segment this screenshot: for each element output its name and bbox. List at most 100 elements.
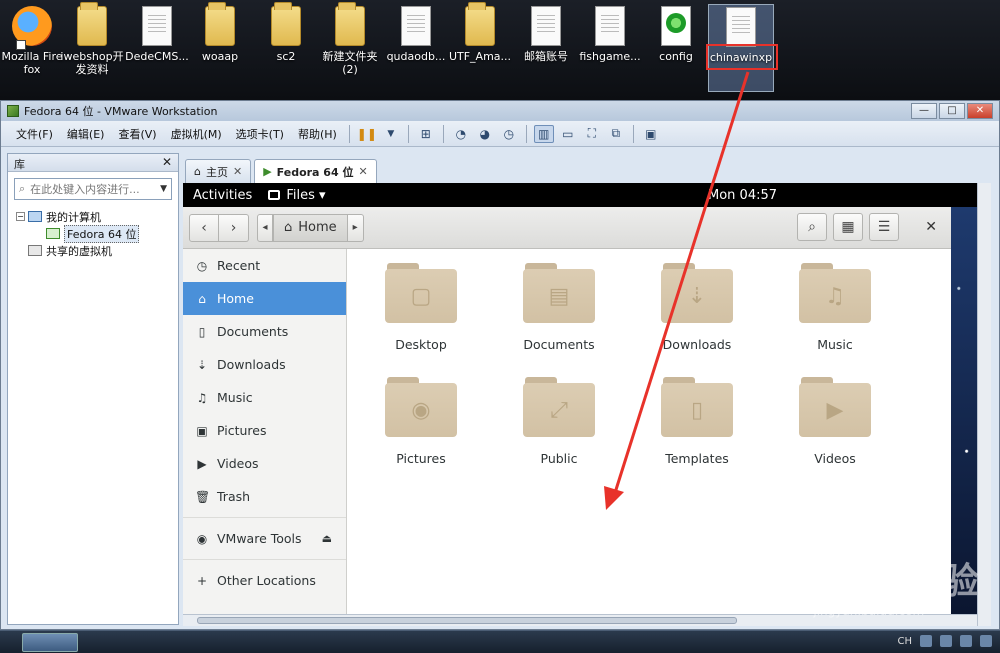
desktop-icon-fishgame[interactable]: fishgame...: [578, 4, 642, 92]
guest-screen[interactable]: Activities Files ▾ Mon 04:57 ‹ › ◂ ⌂ Hom…: [183, 183, 977, 614]
toolbar-separator: [525, 124, 527, 143]
menu-icon[interactable]: ☰: [869, 213, 899, 241]
folder-templates[interactable]: ▯ Templates: [637, 377, 757, 466]
close-icon[interactable]: ✕: [358, 165, 367, 178]
desktop-icon-utf-ama[interactable]: UTF_Ama...: [448, 2, 512, 92]
desktop-icon-sc2[interactable]: sc2: [254, 2, 318, 92]
console-view-icon[interactable]: ▣: [641, 125, 661, 143]
path-home-button[interactable]: ⌂ Home: [273, 213, 348, 242]
snapshot-take-icon[interactable]: ◔: [451, 125, 471, 143]
volume-icon[interactable]: [980, 635, 992, 647]
thumbnail-bar-icon[interactable]: ▭: [558, 125, 578, 143]
menu-view[interactable]: 查看(V): [111, 126, 163, 142]
sidebar-item-videos[interactable]: ▶ Videos: [183, 447, 346, 480]
close-icon[interactable]: ✕: [233, 165, 242, 178]
document-icon: ▯: [198, 324, 206, 339]
send-ctrl-alt-del-icon[interactable]: ⊞: [416, 125, 436, 143]
close-icon[interactable]: ✕: [162, 155, 172, 169]
folder-label: Pictures: [396, 451, 446, 466]
folder-documents[interactable]: ▤ Documents: [499, 263, 619, 352]
sidebar-separator: [183, 517, 346, 518]
folder-videos[interactable]: ▶ Videos: [775, 377, 895, 466]
chevron-down-icon[interactable]: ▼: [160, 184, 167, 194]
sidebar-item-other-locations[interactable]: + Other Locations: [183, 564, 346, 597]
unity-icon[interactable]: ⧉: [606, 125, 626, 143]
folder-public[interactable]: ⤢ Public: [499, 377, 619, 466]
scroll-thumb[interactable]: [197, 617, 737, 624]
desktop-icon-dedecms[interactable]: DedeCMS...: [125, 4, 189, 92]
snapshot-revert-icon[interactable]: ◕: [475, 125, 495, 143]
sidebar-item-label: VMware Tools: [217, 531, 302, 546]
chevron-down-icon[interactable]: ▼: [381, 125, 401, 143]
eject-icon[interactable]: ⏏: [322, 532, 332, 545]
folder-downloads[interactable]: ⇣ Downloads: [637, 263, 757, 352]
sidebar-item-trash[interactable]: 🗑 Trash: [183, 480, 346, 513]
sidebar-item-music[interactable]: ♫ Music: [183, 381, 346, 414]
pause-icon[interactable]: ❚❚: [357, 125, 377, 143]
path-bar: ◂ ⌂ Home ▸: [257, 213, 364, 242]
back-button[interactable]: ‹: [189, 213, 219, 242]
tab-home[interactable]: ⌂ 主页 ✕: [185, 159, 252, 183]
sidebar-item-recent[interactable]: ◷ Recent: [183, 249, 346, 282]
tree-item-fedora[interactable]: Fedora 64 位: [8, 224, 178, 243]
desktop-icon-firefox[interactable]: Mozilla Firefox: [0, 4, 64, 92]
taskbar-vmware-button[interactable]: [22, 632, 78, 652]
sidebar-item-downloads[interactable]: ⇣ Downloads: [183, 348, 346, 381]
app-menu-files[interactable]: Files ▾: [262, 188, 326, 203]
show-library-icon[interactable]: ▥: [533, 124, 554, 143]
search-icon: ⌕: [19, 182, 26, 195]
snapshot-manager-icon[interactable]: ◷: [499, 125, 519, 143]
menu-tabs[interactable]: 选项卡(T): [229, 126, 291, 142]
sidebar-item-vmware-tools[interactable]: ◉ VMware Tools ⏏: [183, 522, 346, 555]
path-right-arrow[interactable]: ▸: [347, 213, 364, 242]
path-left-arrow[interactable]: ◂: [257, 213, 273, 242]
desktop: Mozilla Firefox iwebshop开发资料 DedeCMS... …: [0, 0, 1000, 100]
folder-music[interactable]: ♫ Music: [775, 263, 895, 352]
clock[interactable]: Mon 04:57: [708, 188, 777, 203]
desktop-icon-label: DedeCMS...: [125, 50, 189, 63]
disc-icon: ◉: [196, 531, 208, 546]
tree-item-my-computer[interactable]: − 我的计算机: [8, 208, 178, 225]
forward-button[interactable]: ›: [219, 213, 249, 242]
desktop-icon-config[interactable]: config: [644, 4, 708, 92]
desktop-icon-label: iwebshop开发资料: [60, 50, 124, 76]
desktop-icon-qudaodb[interactable]: qudaodb...: [384, 4, 448, 92]
close-icon[interactable]: ✕: [925, 219, 937, 235]
watermark-brand: Bai du 经验: [758, 561, 980, 602]
desktop-icon-label: woaap: [201, 50, 239, 63]
menu-file[interactable]: 文件(F): [9, 126, 60, 142]
fullscreen-icon[interactable]: ⛶: [582, 125, 602, 143]
desktop-icon-new-folder-2[interactable]: 新建文件夹 (2): [318, 2, 382, 92]
desktop-icon-iwebshop[interactable]: iwebshop开发资料: [60, 2, 124, 92]
sidebar-item-home[interactable]: ⌂ Home: [183, 282, 346, 315]
window-titlebar[interactable]: Fedora 64 位 - VMware Workstation — □ ✕: [1, 101, 999, 121]
shield-icon[interactable]: [940, 635, 952, 647]
close-button[interactable]: ✕: [967, 103, 993, 119]
folder-label: Templates: [665, 451, 729, 466]
menu-vm[interactable]: 虚拟机(M): [164, 126, 229, 142]
search-icon[interactable]: ⌕: [797, 213, 827, 241]
sidebar-item-documents[interactable]: ▯ Documents: [183, 315, 346, 348]
collapse-icon[interactable]: −: [16, 212, 25, 221]
minimize-button[interactable]: —: [911, 103, 937, 119]
network-icon[interactable]: [960, 635, 972, 647]
desktop-icon-woaap[interactable]: woaap: [188, 2, 252, 92]
sidebar-item-pictures[interactable]: ▣ Pictures: [183, 414, 346, 447]
folder-label: Videos: [814, 451, 856, 466]
activities-button[interactable]: Activities: [183, 188, 262, 203]
menu-help[interactable]: 帮助(H): [291, 126, 344, 142]
grid-view-icon[interactable]: ▦: [833, 213, 863, 241]
desktop-icon-mail-account[interactable]: 邮箱账号: [514, 4, 578, 92]
library-search[interactable]: ⌕ 在此处键入内容进行... ▼: [14, 178, 172, 200]
menu-edit[interactable]: 编辑(E): [60, 126, 112, 142]
tab-fedora[interactable]: ▶ Fedora 64 位 ✕: [254, 159, 377, 183]
tree-item-shared[interactable]: 共享的虚拟机: [8, 242, 178, 259]
maximize-button[interactable]: □: [939, 103, 965, 119]
language-indicator[interactable]: CH: [897, 636, 912, 647]
sidebar-item-label: Documents: [217, 324, 289, 339]
folder-desktop[interactable]: ▢ Desktop: [361, 263, 481, 352]
help-icon[interactable]: [920, 635, 932, 647]
music-icon: ♫: [196, 390, 208, 405]
watermark: Bai du 经验 jingyan.baidu.com: [758, 552, 980, 618]
folder-pictures[interactable]: ◉ Pictures: [361, 377, 481, 466]
